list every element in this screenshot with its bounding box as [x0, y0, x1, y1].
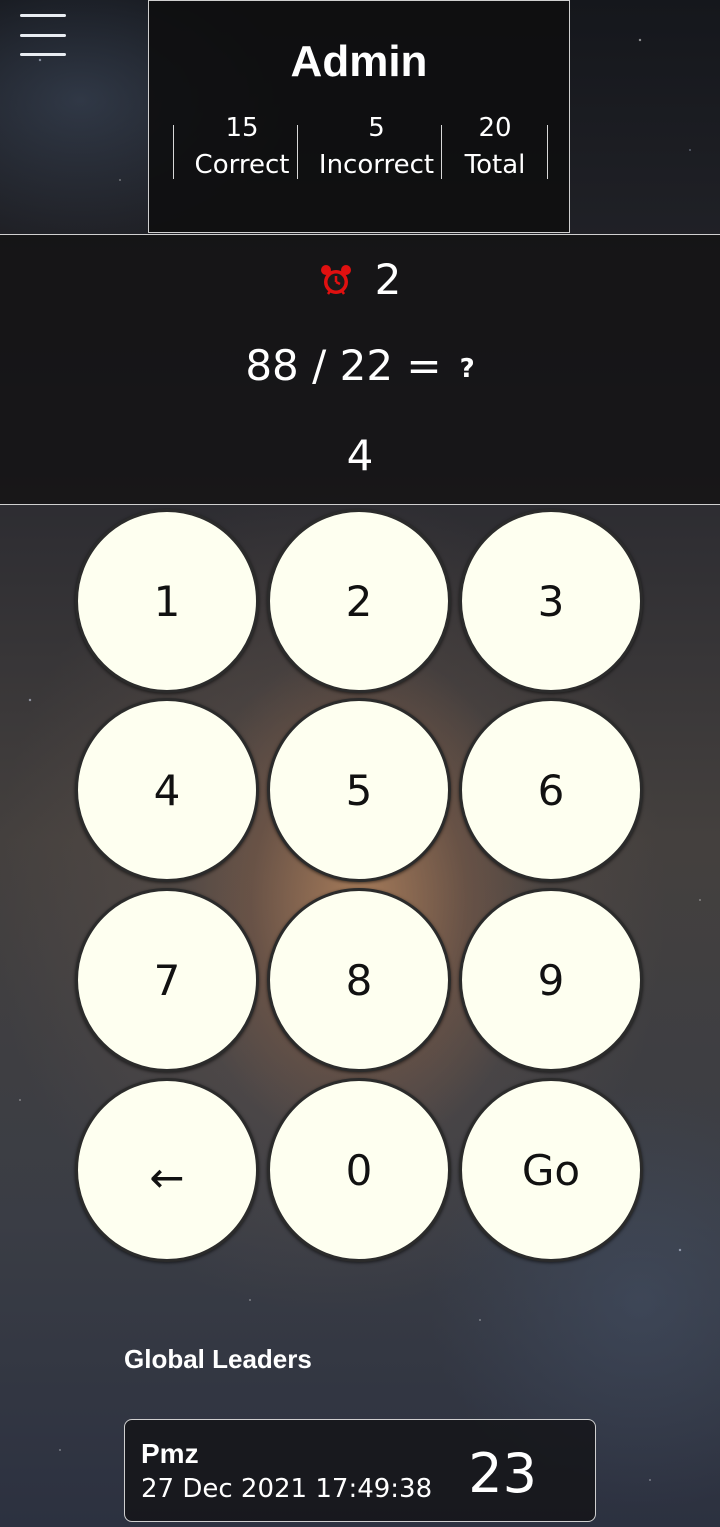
- timer: 2: [0, 255, 720, 304]
- stat-divider: [547, 125, 548, 179]
- key-7[interactable]: 7: [75, 888, 259, 1072]
- backspace-key[interactable]: ←: [75, 1078, 259, 1262]
- equation-text: 88 / 22 =: [245, 341, 442, 390]
- answer-display: 4: [346, 431, 374, 480]
- key-6[interactable]: 6: [459, 698, 643, 882]
- stat-total-label: Total: [464, 150, 526, 180]
- leader-name: Pmz: [141, 1438, 199, 1469]
- key-9[interactable]: 9: [459, 888, 643, 1072]
- leader-score: 23: [468, 1442, 537, 1505]
- key-8[interactable]: 8: [267, 888, 451, 1072]
- stat-correct: 15 Correct: [189, 109, 295, 183]
- timer-value: 2: [374, 255, 402, 304]
- hamburger-menu-icon[interactable]: [20, 14, 68, 56]
- stat-correct-value: 15: [225, 113, 259, 143]
- question-panel: 2 88 / 22 =? 4: [0, 234, 720, 505]
- key-2[interactable]: 2: [267, 509, 451, 693]
- stat-divider: [297, 125, 298, 179]
- key-1[interactable]: 1: [75, 509, 259, 693]
- key-3[interactable]: 3: [459, 509, 643, 693]
- leaders-title: Global Leaders: [124, 1344, 312, 1374]
- stat-divider: [441, 125, 442, 179]
- stat-correct-label: Correct: [194, 150, 290, 180]
- user-name: Admin: [290, 37, 428, 86]
- stat-total: 20 Total: [449, 109, 541, 183]
- stat-incorrect: 5 Incorrect: [309, 109, 444, 183]
- stat-total-value: 20: [478, 113, 512, 143]
- stat-divider: [173, 125, 174, 179]
- leader-date: 27 Dec 2021 17:49:38: [141, 1474, 433, 1504]
- stat-incorrect-label: Incorrect: [318, 150, 435, 180]
- score-card: Admin 15 Correct 5 Incorrect 20 Total: [148, 0, 570, 233]
- key-0[interactable]: 0: [267, 1078, 451, 1262]
- go-button[interactable]: Go: [459, 1078, 643, 1262]
- key-5[interactable]: 5: [267, 698, 451, 882]
- equation: 88 / 22 =?: [0, 341, 720, 390]
- key-4[interactable]: 4: [75, 698, 259, 882]
- alarm-clock-icon: [320, 264, 351, 295]
- answer-placeholder: ?: [459, 353, 475, 384]
- leader-entry: Pmz 27 Dec 2021 17:49:38 23: [124, 1419, 596, 1522]
- stat-incorrect-value: 5: [368, 113, 385, 143]
